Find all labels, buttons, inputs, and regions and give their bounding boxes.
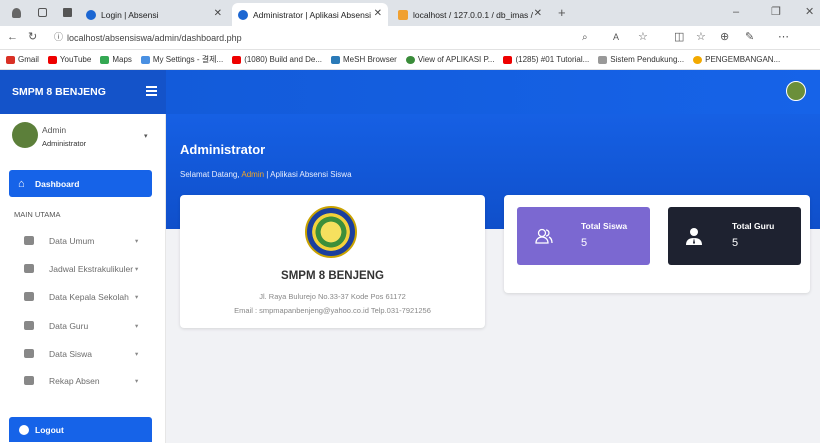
- stat-label: Total Guru: [732, 221, 775, 231]
- bookmark-gmail[interactable]: Gmail: [6, 55, 39, 64]
- chevron-down-icon: ▾: [135, 294, 139, 301]
- home-icon: ⌂: [18, 178, 25, 190]
- chevron-down-icon: ▾: [135, 238, 139, 245]
- stat-total-guru: Total Guru 5: [668, 207, 801, 265]
- chevron-down-icon: ▾: [135, 378, 139, 385]
- tab-phpmyadmin[interactable]: localhost / 127.0.0.1 / db_imas / ✕: [392, 3, 548, 26]
- split-screen-icon[interactable]: ◫: [674, 32, 684, 43]
- close-icon[interactable]: ✕: [374, 8, 382, 19]
- sidebar-item-label: Rekap Absen: [49, 376, 100, 386]
- back-icon[interactable]: ←: [7, 32, 18, 43]
- school-logo: [305, 206, 357, 258]
- school-address: Jl. Raya Bulurejo No.33-37 Kode Pos 6117…: [259, 292, 406, 301]
- bookmark-mesh[interactable]: MeSH Browser: [331, 55, 397, 64]
- search-icon[interactable]: ⌕: [582, 32, 588, 43]
- tab-admin-dashboard[interactable]: Administrator | Aplikasi Absensi ✕: [232, 3, 388, 26]
- chevron-down-icon: ▾: [135, 351, 139, 358]
- welcome-text: Selamat Datang, Admin | Aplikasi Absensi…: [180, 170, 352, 179]
- bookmark-settings[interactable]: My Settings - 결제...: [140, 54, 223, 65]
- user-icon: [24, 321, 34, 330]
- address-bar: ← ↻ ⓘ localhost/absensiswa/admin/dashboa…: [0, 26, 820, 50]
- sidebar-item-dashboard[interactable]: Dashboard: [9, 170, 152, 197]
- user-tie-icon: [686, 228, 702, 245]
- bookmark-spk[interactable]: Sistem Pendukung...: [598, 55, 684, 64]
- list-icon: [24, 376, 34, 385]
- sidebar-item-data-guru[interactable]: Data Guru ▾: [9, 316, 152, 336]
- close-icon[interactable]: ✕: [534, 8, 542, 19]
- sidebar-item-rekap-absen[interactable]: Rekap Absen ▾: [9, 371, 152, 391]
- favorite-icon[interactable]: ☆: [638, 32, 648, 43]
- avatar[interactable]: [786, 81, 806, 101]
- bookmarks-bar: Gmail YouTube Maps My Settings - 결제... (…: [0, 50, 820, 70]
- url-field[interactable]: localhost/absensiswa/admin/dashboard.php: [67, 30, 627, 46]
- user-name: Admin: [42, 125, 67, 135]
- chevron-down-icon: ▾: [135, 266, 139, 273]
- user-role: Administrator: [42, 139, 87, 148]
- tab-login[interactable]: Login | Absensi ✕: [80, 3, 228, 26]
- stat-value: 5: [581, 237, 588, 249]
- sidebar-section-title: MAIN UTAMA: [14, 210, 61, 219]
- bookmark-pengembangan[interactable]: PENGEMBANGAN...: [693, 55, 780, 64]
- calendar-icon: [24, 264, 34, 273]
- folder-icon: [24, 236, 34, 245]
- welcome-user-name: Admin: [241, 170, 265, 179]
- chevron-down-icon[interactable]: ▾: [144, 132, 148, 140]
- minimize-button[interactable]: –: [733, 7, 739, 18]
- sidebar-item-data-kepala-sekolah[interactable]: Data Kepala Sekolah ▾: [9, 287, 152, 307]
- collections-icon[interactable]: ⊕: [720, 32, 729, 43]
- browser-tab-bar: Login | Absensi ✕ Administrator | Aplikas…: [0, 0, 820, 26]
- sidebar-item-label: Data Guru: [49, 321, 89, 331]
- sidebar-item-jadwal-ekstrakulikuler[interactable]: Jadwal Ekstrakulikuler ▾: [9, 259, 152, 279]
- bookmark-youtube-build[interactable]: (1080) Build and De...: [232, 55, 322, 64]
- info-icon[interactable]: ⓘ: [54, 32, 63, 43]
- logout-button[interactable]: Logout: [9, 417, 152, 442]
- chevron-down-icon: ▾: [135, 323, 139, 330]
- logout-icon: [19, 425, 29, 435]
- profile-icon[interactable]: [12, 8, 21, 18]
- sidebar-item-data-umum[interactable]: Data Umum ▾: [9, 231, 152, 251]
- tab-phpmyadmin-label: localhost / 127.0.0.1 / db_imas /: [413, 9, 534, 20]
- new-tab-button[interactable]: +: [558, 6, 566, 19]
- bookmark-maps[interactable]: Maps: [100, 55, 132, 64]
- bookmark-tutorial[interactable]: (1285) #01 Tutorial...: [503, 55, 589, 64]
- sidebar-item-label: Data Siswa: [49, 349, 92, 359]
- stat-total-siswa: Total Siswa 5: [517, 207, 650, 265]
- user-tie-icon: [24, 292, 34, 301]
- favorites-icon[interactable]: ☆: [696, 32, 706, 43]
- sidebar-item-label: Jadwal Ekstrakulikuler: [49, 264, 134, 274]
- extensions-icon[interactable]: ✎: [745, 32, 754, 43]
- workspaces-icon[interactable]: [38, 8, 47, 17]
- sidebar-item-data-siswa[interactable]: Data Siswa ▾: [9, 344, 152, 364]
- close-icon[interactable]: ✕: [214, 8, 222, 19]
- users-outline-icon: [535, 228, 553, 244]
- stat-value: 5: [732, 237, 739, 249]
- school-name: SMPM 8 BENJENG: [281, 270, 384, 282]
- tab-admin-label: Administrator | Aplikasi Absensi: [253, 9, 371, 20]
- tab-actions-icon[interactable]: [63, 8, 72, 17]
- school-contact: Email : smpmapanbenjeng@yahoo.co.id Telp…: [234, 306, 431, 315]
- bookmark-aplikasi[interactable]: View of APLIKASI P...: [405, 55, 494, 64]
- close-window-button[interactable]: ✕: [805, 7, 814, 18]
- user-avatar: [12, 122, 38, 148]
- read-aloud-icon[interactable]: A: [613, 32, 619, 43]
- restore-button[interactable]: ❐: [771, 7, 781, 18]
- brand-title[interactable]: SMPM 8 BENJENG: [0, 70, 166, 114]
- reload-icon[interactable]: ↻: [28, 32, 37, 43]
- sidebar-item-label: Data Umum: [49, 236, 95, 246]
- users-icon: [24, 349, 34, 358]
- stat-label: Total Siswa: [581, 221, 628, 231]
- menu-toggle-icon[interactable]: [146, 86, 157, 96]
- tab-login-label: Login | Absensi: [101, 9, 159, 20]
- sidebar-item-label: Data Kepala Sekolah: [49, 292, 129, 302]
- bookmark-youtube[interactable]: YouTube: [47, 55, 91, 64]
- page-title: Administrator: [180, 142, 266, 157]
- more-icon[interactable]: ⋯: [778, 32, 789, 43]
